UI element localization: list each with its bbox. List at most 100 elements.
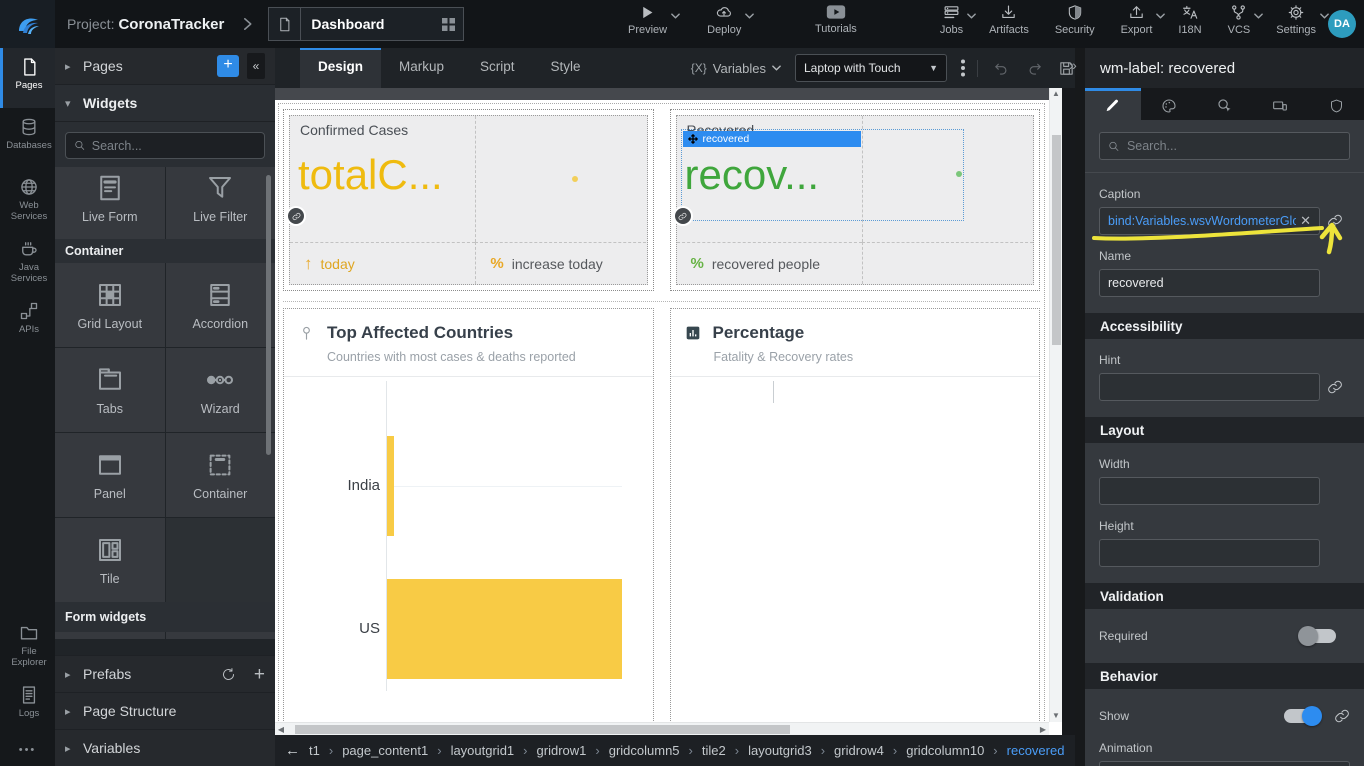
breadcrumb-item[interactable]: page_content1	[342, 743, 428, 758]
breadcrumb-item[interactable]: gridcolumn10	[906, 743, 984, 758]
breadcrumb-item[interactable]: t1	[309, 743, 320, 758]
breadcrumb-item-active[interactable]: recovered	[1007, 743, 1065, 758]
tab-events[interactable]	[1197, 88, 1253, 120]
user-avatar[interactable]: DA	[1328, 10, 1356, 38]
tab-markup[interactable]: Markup	[381, 48, 462, 88]
pages-grid-icon[interactable]	[442, 18, 463, 31]
breadcrumb-item[interactable]: layoutgrid1	[451, 743, 515, 758]
artifacts-button[interactable]: Artifacts	[989, 4, 1029, 36]
bind-badge-icon[interactable]	[675, 208, 691, 224]
bar-us[interactable]	[387, 579, 622, 679]
widget-tile-panel[interactable]: Panel	[55, 433, 165, 517]
scroll-up-arrow[interactable]: ▲	[1050, 88, 1062, 100]
vertical-scroll-thumb[interactable]	[1052, 135, 1061, 345]
breadcrumb-item[interactable]: tile2	[702, 743, 726, 758]
tile-confirmed-cases[interactable]: Confirmed Cases totalC... ↑	[289, 115, 648, 285]
rail-more-button[interactable]: •••	[0, 736, 55, 766]
canvas-more-menu[interactable]	[961, 59, 965, 77]
export-caret-icon[interactable]	[1156, 13, 1165, 19]
security-button[interactable]: Security	[1055, 4, 1095, 36]
deploy-caret-icon[interactable]	[745, 13, 754, 19]
i18n-button[interactable]: I18N	[1178, 4, 1201, 36]
jobs-caret-icon[interactable]	[967, 13, 976, 19]
hint-bind-link-icon[interactable]	[1320, 379, 1350, 395]
name-input[interactable]	[1108, 276, 1311, 290]
widget-tile-accordion[interactable]: Accordion	[166, 263, 276, 347]
animation-select[interactable]: ▼	[1099, 761, 1350, 766]
widget-tile-wizard[interactable]: Wizard	[166, 348, 276, 432]
properties-search-box[interactable]	[1099, 132, 1350, 160]
device-selector[interactable]: Laptop with Touch ▼	[795, 54, 947, 82]
width-input[interactable]	[1108, 484, 1311, 498]
export-button[interactable]: Export	[1121, 4, 1153, 36]
recovered-total-label[interactable]: recov...	[685, 154, 820, 196]
card-percentage[interactable]: Percentage Fatality & Recovery rates	[670, 308, 1041, 722]
percentage-chart-placeholder[interactable]	[685, 381, 1026, 711]
undo-button[interactable]	[992, 60, 1011, 77]
confirmed-increase-cell[interactable]: % increase today	[475, 242, 646, 284]
recovered-footer-cell[interactable]: % recovered people	[677, 242, 862, 284]
expand-right-panel-button[interactable]: »	[1069, 57, 1077, 73]
rail-item-web-services[interactable]: Web Services	[0, 168, 55, 230]
design-canvas[interactable]: Confirmed Cases totalC... ↑	[275, 88, 1062, 735]
collapse-panel-button[interactable]: «	[247, 53, 265, 79]
confirmed-today-cell[interactable]: ↑ today	[290, 242, 475, 284]
hint-input[interactable]	[1108, 380, 1311, 394]
rail-item-file-explorer[interactable]: File Explorer	[0, 614, 55, 676]
widget-tile-tabs[interactable]: Tabs	[55, 348, 165, 432]
increase-today-label[interactable]: increase today	[512, 256, 603, 272]
widgets-accordion-header[interactable]: ▾ Widgets	[55, 85, 275, 122]
required-toggle[interactable]	[1300, 629, 1336, 643]
prefabs-accordion-header[interactable]: ▸ Prefabs +	[55, 655, 275, 692]
horizontal-scroll-thumb[interactable]	[295, 725, 790, 734]
widget-tile-grid-layout[interactable]: Grid Layout	[55, 263, 165, 347]
refresh-prefabs-icon[interactable]	[221, 667, 236, 682]
rail-item-java-services[interactable]: Java Services	[0, 230, 55, 292]
rail-item-databases[interactable]: Databases	[0, 108, 55, 168]
preview-button[interactable]: Preview	[628, 4, 667, 36]
countries-bar-chart[interactable]: India US	[298, 381, 639, 711]
settings-caret-icon[interactable]	[1320, 13, 1329, 19]
bar-india[interactable]	[387, 436, 394, 536]
small-label-widget[interactable]	[956, 171, 962, 177]
redo-button[interactable]	[1025, 60, 1044, 77]
gridcolumn-confirmed[interactable]: Confirmed Cases totalC... ↑	[283, 109, 654, 291]
height-input[interactable]	[1108, 546, 1311, 560]
widget-tile-container[interactable]: Container	[166, 433, 276, 517]
scroll-down-arrow[interactable]: ▼	[1050, 710, 1062, 722]
widget-search-input[interactable]	[92, 139, 256, 153]
rail-item-pages[interactable]: Pages	[0, 48, 55, 108]
clear-binding-icon[interactable]: ✕	[1300, 213, 1311, 229]
tab-design[interactable]: Design	[300, 48, 381, 88]
breadcrumb-item[interactable]: gridrow4	[834, 743, 884, 758]
page-structure-accordion-header[interactable]: ▸ Page Structure	[55, 692, 275, 729]
tab-security[interactable]	[1308, 88, 1364, 120]
caption-bind-link-icon[interactable]	[1320, 213, 1350, 229]
show-toggle[interactable]	[1284, 709, 1320, 723]
vcs-button[interactable]: VCS	[1228, 4, 1251, 36]
variables-menu-button[interactable]: {X} Variables	[691, 61, 781, 76]
breadcrumb-item[interactable]: gridcolumn5	[609, 743, 680, 758]
gridcolumn-recovered[interactable]: Recovered recovered recov...	[670, 109, 1041, 291]
bind-badge-icon[interactable]	[288, 208, 304, 224]
widget-search-box[interactable]	[65, 132, 265, 159]
variables-accordion-header[interactable]: ▸ Variables	[55, 729, 275, 766]
scroll-left-arrow[interactable]: ◀	[275, 723, 287, 735]
today-label[interactable]: today	[321, 256, 355, 272]
widget-tile-tile[interactable]: Tile	[55, 518, 165, 602]
breadcrumb-back-icon[interactable]: ←	[285, 742, 300, 759]
properties-search-input[interactable]	[1127, 139, 1341, 153]
jobs-button[interactable]: Jobs	[940, 4, 963, 36]
scroll-right-arrow[interactable]: ▶	[1037, 723, 1049, 735]
widget-tile-live-form[interactable]: Live Form	[55, 167, 165, 239]
pages-accordion-header[interactable]: ▸ Pages + «	[55, 48, 275, 85]
caption-input[interactable]	[1108, 214, 1296, 228]
page-tab-dashboard[interactable]: Dashboard	[268, 7, 464, 41]
add-prefab-icon[interactable]: +	[254, 665, 265, 684]
tab-styles[interactable]	[1141, 88, 1197, 120]
preview-caret-icon[interactable]	[671, 13, 680, 19]
add-page-button[interactable]: +	[217, 55, 239, 77]
recovered-people-label[interactable]: recovered people	[712, 256, 820, 272]
confirmed-title-label[interactable]: Confirmed Cases	[300, 122, 408, 138]
vcs-caret-icon[interactable]	[1254, 13, 1263, 19]
